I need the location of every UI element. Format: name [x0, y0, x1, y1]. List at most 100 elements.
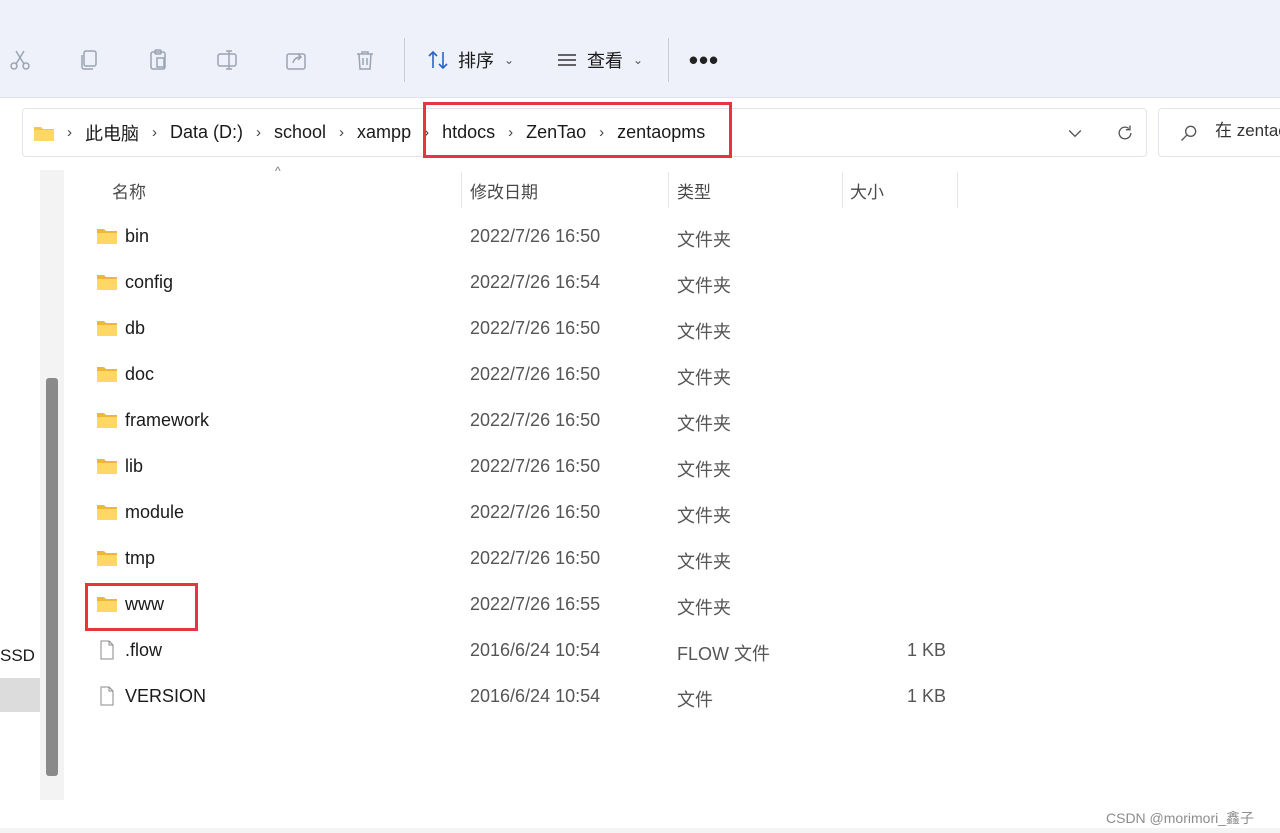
highlight-box-www: [85, 583, 198, 631]
nav-item-ssd[interactable]: SSD: [0, 646, 35, 666]
column-divider[interactable]: [957, 172, 958, 208]
file-icon: [96, 686, 118, 706]
breadcrumb-school[interactable]: school: [274, 122, 326, 143]
column-divider[interactable]: [668, 172, 669, 208]
refresh-button[interactable]: [1113, 121, 1137, 145]
folder-icon: [96, 318, 118, 338]
refresh-icon: [1118, 125, 1132, 140]
file-name: module: [125, 502, 185, 522]
nav-scrollbar-thumb[interactable]: [46, 378, 58, 776]
file-icon: [96, 640, 118, 660]
column-header-date[interactable]: 修改日期: [470, 172, 538, 208]
chevron-right-icon: ›: [339, 124, 345, 141]
file-date: 2022/7/26 16:55: [470, 594, 601, 614]
file-name: .flow: [125, 640, 163, 660]
chevron-right-icon: ›: [67, 124, 72, 141]
file-type: 文件夹: [677, 276, 731, 296]
sort-label: 排序: [458, 51, 494, 71]
chevron-down-icon: ⌄: [504, 53, 515, 67]
column-header-size[interactable]: 大小: [850, 172, 884, 208]
column-divider[interactable]: [461, 172, 462, 208]
file-date: 2022/7/26 16:50: [470, 456, 601, 476]
folder-icon: [96, 502, 118, 522]
delete-icon[interactable]: [349, 44, 381, 76]
file-row[interactable]: bin 2022/7/26 16:50 文件夹: [66, 213, 966, 259]
file-type: FLOW 文件: [677, 644, 770, 664]
file-row[interactable]: db 2022/7/26 16:50 文件夹: [66, 305, 966, 351]
bottom-edge: [0, 828, 1280, 833]
column-divider[interactable]: [842, 172, 843, 208]
file-name: tmp: [125, 548, 156, 568]
chevron-right-icon: ›: [256, 124, 262, 141]
file-size: 1 KB: [906, 686, 946, 706]
view-button[interactable]: 查看 ⌄: [555, 44, 643, 76]
cut-icon[interactable]: [4, 44, 36, 76]
file-row[interactable]: lib 2022/7/26 16:50 文件夹: [66, 443, 966, 489]
more-options-button[interactable]: •••: [688, 44, 720, 76]
address-history-button[interactable]: [1063, 121, 1087, 145]
search-box[interactable]: [1158, 108, 1280, 157]
file-row[interactable]: .flow 2016/6/24 10:54 FLOW 文件 1 KB: [66, 627, 966, 673]
file-name: framework: [125, 410, 210, 430]
folder-icon: [96, 272, 118, 292]
file-date: 2016/6/24 10:54: [470, 686, 601, 706]
file-row[interactable]: tmp 2022/7/26 16:50 文件夹: [66, 535, 966, 581]
folder-icon: [96, 364, 118, 384]
file-name: doc: [125, 364, 155, 384]
file-date: 2022/7/26 16:50: [470, 318, 601, 338]
paste-icon[interactable]: [142, 44, 174, 76]
sort-button[interactable]: 排序 ⌄: [426, 44, 514, 76]
file-name: VERSION: [125, 686, 207, 706]
highlight-box-address: [423, 102, 732, 158]
nav-selected-item[interactable]: [0, 678, 40, 712]
file-name: bin: [125, 226, 150, 246]
breadcrumb-this-pc[interactable]: 此电脑: [85, 120, 139, 146]
column-header-type[interactable]: 类型: [677, 172, 711, 208]
view-icon: [558, 54, 576, 66]
sort-ascending-icon: ^: [275, 164, 281, 178]
file-type: 文件夹: [677, 552, 731, 572]
file-name: db: [125, 318, 146, 338]
copy-icon[interactable]: [73, 44, 105, 76]
file-row[interactable]: module 2022/7/26 16:50 文件夹: [66, 489, 966, 535]
sort-icon: [428, 50, 448, 70]
file-date: 2022/7/26 16:50: [470, 502, 601, 522]
file-type: 文件夹: [677, 368, 731, 388]
breadcrumb-xampp[interactable]: xampp: [357, 122, 411, 143]
search-input[interactable]: [1215, 121, 1280, 141]
folder-icon: [96, 226, 118, 246]
file-row[interactable]: doc 2022/7/26 16:50 文件夹: [66, 351, 966, 397]
toolbar-separator: [668, 38, 669, 82]
file-date: 2022/7/26 16:50: [470, 410, 601, 430]
chevron-right-icon: ›: [152, 124, 157, 141]
rename-icon[interactable]: [211, 44, 243, 76]
file-date: 2016/6/24 10:54: [470, 640, 601, 660]
file-type: 文件夹: [677, 598, 731, 618]
file-type: 文件夹: [677, 414, 731, 434]
file-type: 文件: [677, 690, 713, 710]
column-header-name[interactable]: 名称: [112, 172, 146, 208]
file-type: 文件夹: [677, 322, 731, 342]
file-date: 2022/7/26 16:54: [470, 272, 601, 292]
file-type: 文件夹: [677, 230, 731, 250]
file-row[interactable]: framework 2022/7/26 16:50 文件夹: [66, 397, 966, 443]
folder-icon: [34, 126, 54, 141]
folder-icon: [96, 410, 118, 430]
file-size: 1 KB: [906, 640, 946, 660]
file-name: lib: [125, 456, 144, 476]
file-row[interactable]: config 2022/7/26 16:54 文件夹: [66, 259, 966, 305]
view-label: 查看: [587, 51, 623, 71]
folder-icon: [96, 548, 118, 568]
toolbar: 排序 ⌄ 查看 ⌄ •••: [0, 0, 1280, 98]
breadcrumb-data-drive[interactable]: Data (D:): [170, 122, 243, 143]
file-row[interactable]: www 2022/7/26 16:55 文件夹: [66, 581, 966, 627]
file-name: config: [125, 272, 174, 292]
file-date: 2022/7/26 16:50: [470, 548, 601, 568]
toolbar-separator: [404, 38, 405, 82]
chevron-down-icon: [1068, 130, 1082, 138]
chevron-down-icon: ⌄: [633, 53, 644, 67]
file-date: 2022/7/26 16:50: [470, 364, 601, 384]
file-row[interactable]: VERSION 2016/6/24 10:54 文件 1 KB: [66, 673, 966, 719]
share-icon[interactable]: [280, 44, 312, 76]
file-type: 文件夹: [677, 460, 731, 480]
